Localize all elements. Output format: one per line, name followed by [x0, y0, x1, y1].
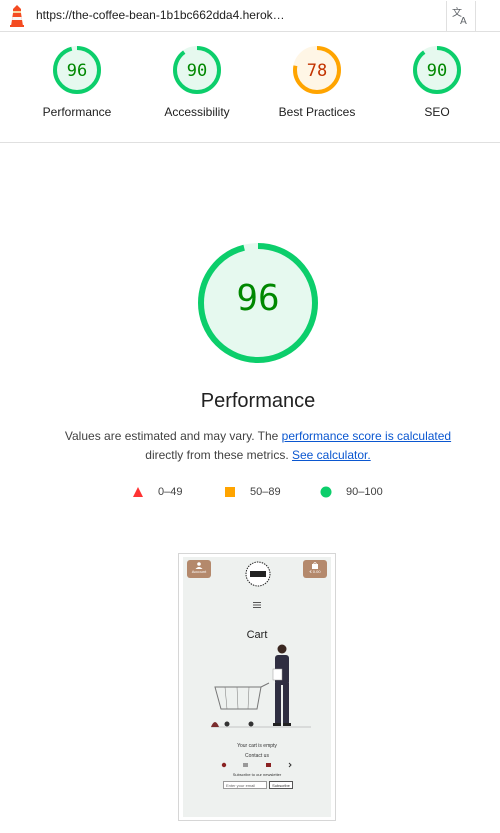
- legend-label: 90–100: [346, 486, 383, 498]
- svg-text:A: A: [460, 16, 467, 26]
- empty-cart-illustration: [211, 644, 311, 728]
- bag-button: € 0.00: [303, 560, 327, 578]
- lighthouse-logo-icon: [10, 5, 24, 27]
- empty-cart-text: Your cart is empty: [237, 743, 277, 749]
- legend-average: 50–89: [224, 486, 281, 498]
- social-icons: [221, 762, 292, 768]
- account-button: Account: [187, 560, 211, 578]
- triangle-icon: [133, 487, 143, 497]
- legend-pass: 90–100: [320, 486, 383, 498]
- gauge-best-practices[interactable]: 78 Best Practices: [257, 45, 377, 119]
- gauge-label: Best Practices: [278, 105, 356, 119]
- bag-icon: [312, 562, 318, 569]
- coffee-logo: [245, 561, 271, 587]
- description-text-2: directly from these metrics.: [145, 448, 292, 462]
- performance-score: 96: [236, 278, 280, 319]
- performance-title: Performance: [200, 390, 316, 412]
- translate-icon: 文 A: [452, 6, 467, 26]
- gauge-score: 90: [426, 61, 448, 81]
- menu-icon: [253, 602, 261, 608]
- report-url[interactable]: https://the-coffee-bean-1b1bc662dda4.her…: [36, 8, 285, 22]
- newsletter-email-input: Enter your email: [223, 781, 267, 789]
- screenshot-page: Account € 0.00 Cart Your cart is empty C…: [183, 557, 331, 817]
- category-summary: 96 Performance 90 Accessibility 78 Best …: [0, 33, 500, 143]
- see-calculator-link[interactable]: See calculator.: [292, 448, 371, 462]
- legend-label: 0–49: [158, 486, 183, 498]
- performance-description: Values are estimated and may vary. The p…: [40, 427, 476, 465]
- gauge-performance[interactable]: 96 Performance: [17, 45, 137, 119]
- square-icon: [225, 487, 235, 497]
- gauge-label: Accessibility: [164, 105, 230, 119]
- gauge-accessibility[interactable]: 90 Accessibility: [137, 45, 257, 119]
- gauge-score: 96: [66, 61, 88, 81]
- cart-heading: Cart: [246, 629, 268, 641]
- score-calculated-link[interactable]: performance score is calculated: [282, 429, 451, 443]
- gauge-score: 78: [306, 61, 328, 81]
- contact-label: Contact us: [245, 753, 269, 759]
- gauge-label: Performance: [42, 105, 112, 119]
- newsletter-label: Subscribe to our newsletter: [232, 772, 282, 777]
- circle-icon: [320, 486, 332, 498]
- final-screenshot[interactable]: Account € 0.00 Cart Your cart is empty C…: [178, 553, 336, 821]
- subscribe-button: Subscribe: [269, 781, 293, 789]
- bag-label: € 0.00: [309, 569, 321, 574]
- top-bar: https://the-coffee-bean-1b1bc662dda4.her…: [0, 0, 500, 32]
- legend-fail: 0–49: [132, 486, 182, 498]
- legend-label: 50–89: [250, 486, 281, 498]
- gauge-score: 90: [186, 61, 208, 81]
- description-text: Values are estimated and may vary. The: [64, 429, 282, 443]
- gauge-label: SEO: [424, 105, 450, 119]
- translate-button[interactable]: 文 A: [446, 1, 476, 31]
- gauge-seo[interactable]: 90 SEO: [377, 45, 497, 119]
- account-label: Account: [191, 569, 207, 574]
- user-icon: [195, 562, 203, 569]
